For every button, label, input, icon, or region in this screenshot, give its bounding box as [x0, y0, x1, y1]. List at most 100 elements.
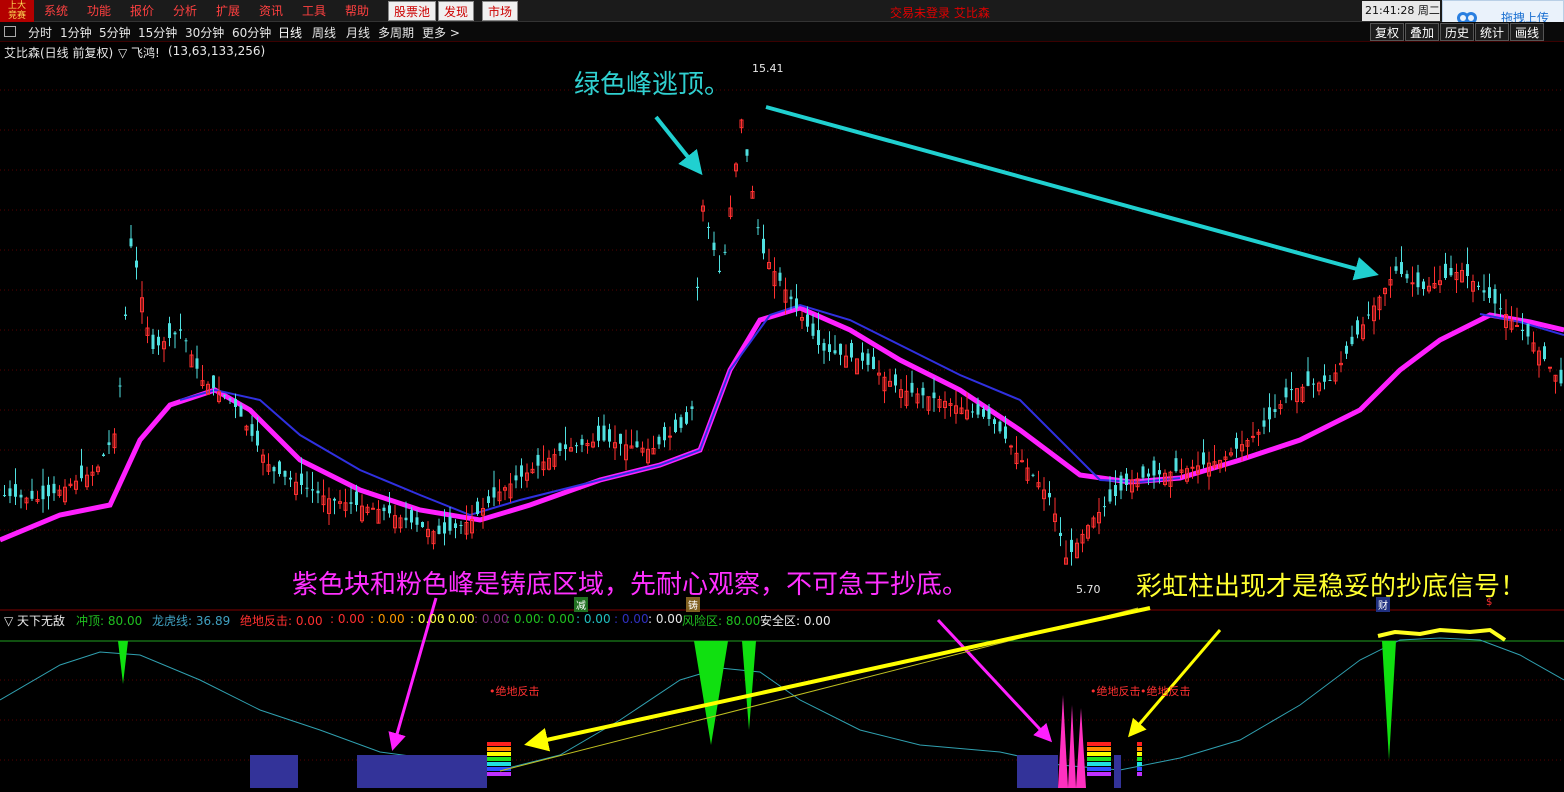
candle-body	[1548, 366, 1552, 369]
candle-body	[690, 406, 694, 409]
stock-pool-button[interactable]: 股票池	[388, 1, 437, 21]
candle-body	[223, 395, 226, 397]
tag-jian: 减	[574, 597, 588, 612]
candle-body	[1125, 473, 1128, 485]
candle-body	[1048, 492, 1051, 498]
kline-chart[interactable]	[0, 44, 1564, 792]
candle-body	[1119, 475, 1123, 491]
draw-line-button[interactable]: 画线	[1510, 23, 1545, 41]
period-daily[interactable]: 日线	[278, 24, 302, 41]
candle-body	[492, 487, 496, 498]
candle-body	[3, 495, 6, 497]
candle-body	[998, 421, 1002, 432]
menu-tools[interactable]: 工具	[298, 2, 330, 20]
history-button[interactable]: 历史	[1440, 23, 1475, 41]
candle-body	[1493, 289, 1497, 304]
annotation-rainbow: 彩虹柱出现才是稳妥的抄底信号！	[1136, 572, 1527, 602]
period-tick[interactable]: 分时	[28, 24, 52, 41]
candle-body	[1559, 369, 1563, 384]
candle-body	[1306, 371, 1310, 386]
rainbow-bar	[1137, 762, 1142, 766]
candle-body	[443, 522, 446, 534]
signal-label-3: •绝地反击	[1140, 685, 1191, 698]
layout-icon[interactable]	[4, 26, 16, 37]
period-60min[interactable]: 60分钟	[232, 24, 271, 41]
period-15min[interactable]: 15分钟	[138, 24, 177, 41]
candle-body	[1350, 336, 1354, 345]
indicator-item: : 0.00	[614, 612, 649, 626]
candle-body	[1328, 380, 1332, 382]
period-multi[interactable]: 多周期	[378, 24, 414, 41]
candle-body	[1103, 506, 1106, 508]
stats-button[interactable]: 统计	[1475, 23, 1510, 41]
candle-body	[1031, 474, 1035, 476]
menu-news[interactable]: 资讯	[255, 2, 287, 20]
candle-body	[448, 516, 452, 531]
candle-body	[1521, 329, 1524, 331]
candle-body	[894, 374, 897, 386]
candle-body	[289, 477, 292, 480]
tag-cai: 财	[1376, 597, 1390, 612]
candle-body	[1488, 287, 1491, 298]
green-peak	[118, 641, 128, 684]
menu-function[interactable]: 功能	[83, 2, 115, 20]
ma-line-magenta	[0, 305, 1564, 543]
annotation-arrows	[388, 105, 1379, 772]
candle-body	[355, 491, 358, 505]
fuquan-button[interactable]: 复权	[1370, 23, 1405, 41]
market-button[interactable]: 市场	[482, 1, 519, 21]
candle-body	[1543, 346, 1546, 360]
candle-body	[349, 502, 353, 504]
rainbow-bar	[487, 742, 511, 746]
candle-body	[1356, 320, 1359, 335]
candle-body	[839, 343, 842, 355]
period-5min[interactable]: 5分钟	[99, 24, 131, 41]
menu-analysis[interactable]: 分析	[169, 2, 201, 20]
rainbow-bar	[1087, 757, 1111, 761]
menu-help[interactable]: 帮助	[341, 2, 373, 20]
candle-body	[168, 323, 171, 338]
overlay-button[interactable]: 叠加	[1405, 23, 1440, 41]
period-monthly[interactable]: 月线	[346, 24, 370, 41]
candle-body	[1020, 460, 1024, 463]
candle-body	[1202, 452, 1205, 465]
period-30min[interactable]: 30分钟	[185, 24, 224, 41]
candle-body	[129, 238, 133, 247]
period-more[interactable]: 更多 >	[422, 24, 460, 41]
candle-body	[1367, 314, 1370, 316]
period-toolbar: 分时 1分钟 5分钟 15分钟 30分钟 60分钟 日线 周线 月线 多周期 更…	[0, 22, 1564, 42]
candle-body	[1422, 281, 1425, 289]
candle-body	[1235, 437, 1238, 449]
stock-params: (13,63,133,256)	[168, 44, 266, 58]
candle-body	[558, 443, 562, 451]
period-weekly[interactable]: 周线	[312, 24, 336, 41]
candle-body	[30, 490, 34, 499]
purple-block	[250, 755, 298, 788]
clock: 21:41:28 周二	[1362, 1, 1440, 21]
ma-magenta-path	[0, 305, 1564, 543]
menu-extend[interactable]: 扩展	[212, 2, 244, 20]
indicator-item: 冲顶: 80.00	[76, 614, 143, 628]
low-price-label: 5.70	[1076, 583, 1101, 596]
candle-body	[410, 510, 413, 523]
candle-body	[993, 419, 996, 424]
candle-body	[459, 525, 463, 527]
candle-body	[971, 411, 974, 413]
candle-body	[1449, 267, 1453, 276]
candle-body	[910, 382, 914, 393]
indicator-name[interactable]: ▽ 天下无敌	[4, 612, 65, 629]
candle-body	[228, 398, 232, 400]
indicator-item: : 0.00	[576, 612, 611, 626]
candle-body	[382, 507, 386, 512]
candle-body	[1262, 420, 1266, 427]
candle-body	[1290, 389, 1293, 391]
discover-button[interactable]: 发现	[438, 1, 475, 21]
period-1min[interactable]: 1分钟	[60, 24, 92, 41]
tag-zhu: 铸	[686, 597, 700, 612]
candle-body	[1345, 345, 1348, 354]
menu-system[interactable]: 系统	[40, 2, 72, 20]
candle-body	[932, 392, 936, 399]
candle-body	[1251, 435, 1255, 438]
menu-quote[interactable]: 报价	[126, 2, 158, 20]
candle-body	[256, 430, 259, 446]
